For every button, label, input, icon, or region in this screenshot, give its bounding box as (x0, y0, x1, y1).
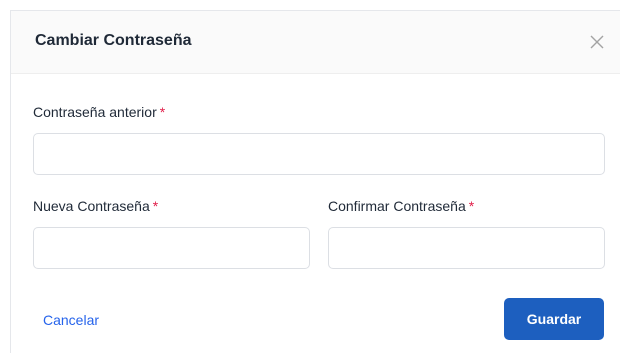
new-password-label: Nueva Contraseña * (33, 198, 158, 214)
close-button[interactable] (586, 31, 608, 53)
save-button[interactable]: Guardar (504, 298, 604, 340)
new-password-label-text: Nueva Contraseña (33, 198, 150, 214)
old-password-label-text: Contraseña anterior (33, 104, 157, 120)
required-indicator: * (468, 198, 475, 214)
old-password-input[interactable] (33, 133, 605, 175)
dialog-header: Cambiar Contraseña (11, 11, 620, 74)
dialog-title: Cambiar Contraseña (35, 32, 192, 49)
old-password-label: Contraseña anterior * (33, 104, 165, 120)
close-icon (590, 35, 604, 49)
required-indicator: * (152, 198, 159, 214)
cancel-button[interactable]: Cancelar (43, 312, 99, 328)
confirm-password-label-text: Confirmar Contraseña (328, 198, 466, 214)
confirm-password-input[interactable] (328, 227, 605, 269)
new-password-input[interactable] (33, 227, 310, 269)
confirm-password-label: Confirmar Contraseña * (328, 198, 474, 214)
required-indicator: * (159, 104, 166, 120)
